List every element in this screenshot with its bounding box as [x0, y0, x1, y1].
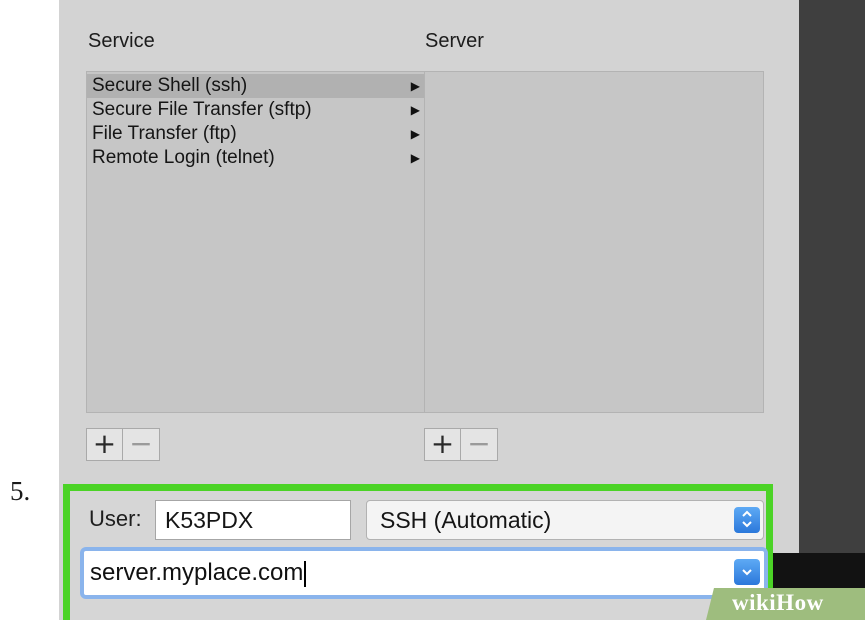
- service-item-telnet[interactable]: Remote Login (telnet) ▶: [87, 146, 424, 170]
- service-list[interactable]: Secure Shell (ssh) ▶ Secure File Transfe…: [86, 71, 425, 413]
- remove-server-button[interactable]: −: [461, 428, 498, 461]
- step-number: 5.: [10, 476, 31, 506]
- service-item-sftp[interactable]: Secure File Transfer (sftp) ▶: [87, 98, 424, 122]
- server-add-remove: + −: [424, 428, 498, 461]
- service-add-remove: + −: [86, 428, 160, 461]
- remove-service-button[interactable]: −: [123, 428, 160, 461]
- wikihow-watermark: wikiHow: [732, 590, 824, 615]
- play-arrow-icon: ▶: [410, 79, 420, 93]
- service-item-label: Remote Login (telnet): [92, 147, 275, 168]
- service-item-label: Secure File Transfer (sftp): [92, 99, 312, 120]
- chevron-down-icon[interactable]: [734, 559, 760, 585]
- protocol-select[interactable]: SSH (Automatic): [366, 500, 764, 540]
- text-caret: [304, 560, 307, 587]
- server-address-input[interactable]: server.myplace.com: [90, 551, 730, 595]
- play-arrow-icon: ▶: [410, 127, 420, 141]
- service-column-header: Service: [88, 30, 155, 52]
- protocol-select-value: SSH (Automatic): [380, 507, 552, 533]
- service-item-ftp[interactable]: File Transfer (ftp) ▶: [87, 122, 424, 146]
- service-item-ssh[interactable]: Secure Shell (ssh) ▶: [87, 74, 424, 98]
- user-label: User:: [89, 506, 142, 531]
- service-item-label: File Transfer (ftp): [92, 123, 237, 144]
- add-service-button[interactable]: +: [86, 428, 123, 461]
- updown-chevron-icon[interactable]: [734, 507, 760, 533]
- user-input[interactable]: K53PDX: [155, 500, 351, 540]
- server-address-combobox[interactable]: server.myplace.com: [80, 547, 768, 599]
- add-server-button[interactable]: +: [424, 428, 461, 461]
- play-arrow-icon: ▶: [410, 103, 420, 117]
- server-address-text: server.myplace.com: [90, 559, 304, 586]
- server-list[interactable]: [424, 71, 764, 413]
- background-window: [799, 0, 865, 620]
- play-arrow-icon: ▶: [410, 151, 420, 165]
- server-column-header: Server: [425, 30, 484, 52]
- service-item-label: Secure Shell (ssh): [92, 75, 248, 96]
- updown-chevron-glyph: [742, 510, 752, 528]
- chevron-down-glyph: [742, 569, 752, 576]
